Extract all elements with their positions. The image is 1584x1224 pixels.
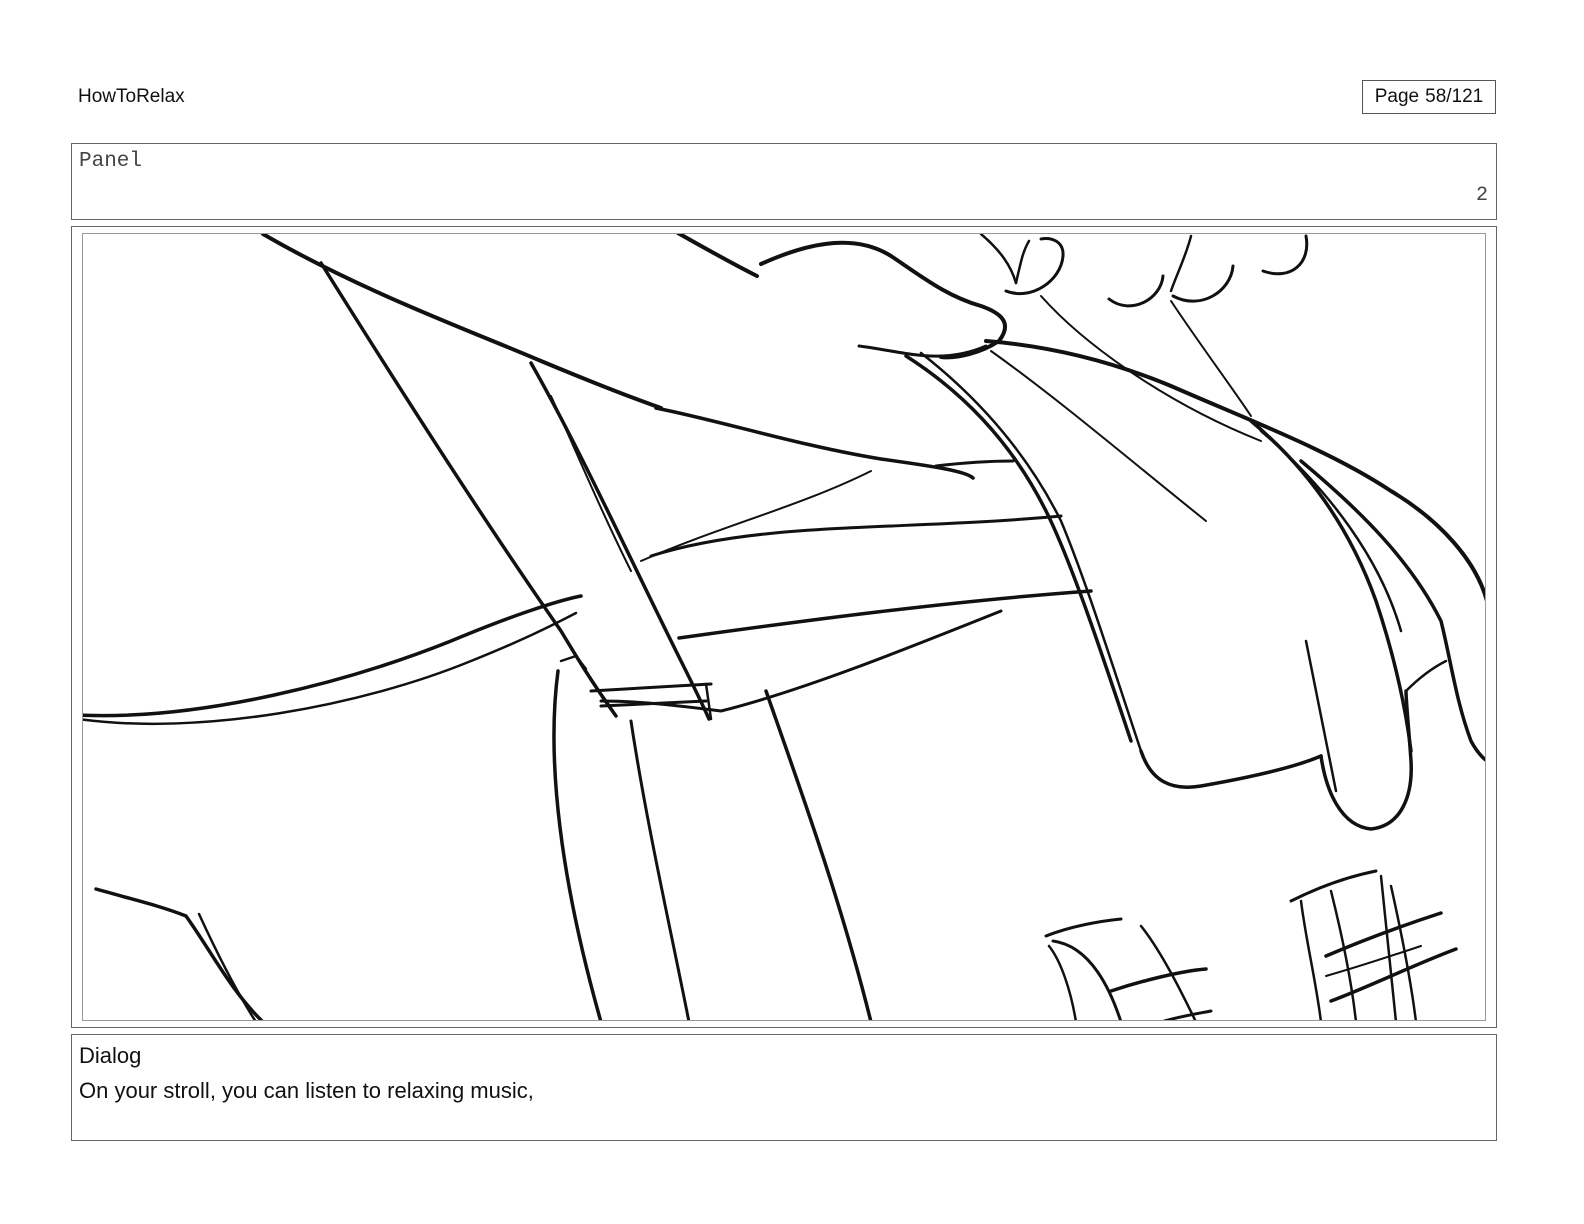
page-number: 58/121	[1425, 86, 1484, 107]
sketch-drawing	[83, 234, 1485, 1020]
panel-header: Panel 2	[71, 143, 1497, 220]
panel-label: Panel	[79, 150, 143, 173]
dialog-box: Dialog On your stroll, you can listen to…	[71, 1034, 1497, 1141]
project-title: HowToRelax	[78, 86, 185, 107]
panel-number: 2	[1475, 184, 1488, 207]
dialog-text: On your stroll, you can listen to relaxi…	[79, 1078, 534, 1103]
page-indicator: Page 58/121	[1362, 80, 1496, 114]
page-word: Page	[1374, 86, 1420, 107]
dialog-label: Dialog	[79, 1043, 142, 1068]
storyboard-frame	[82, 233, 1486, 1021]
